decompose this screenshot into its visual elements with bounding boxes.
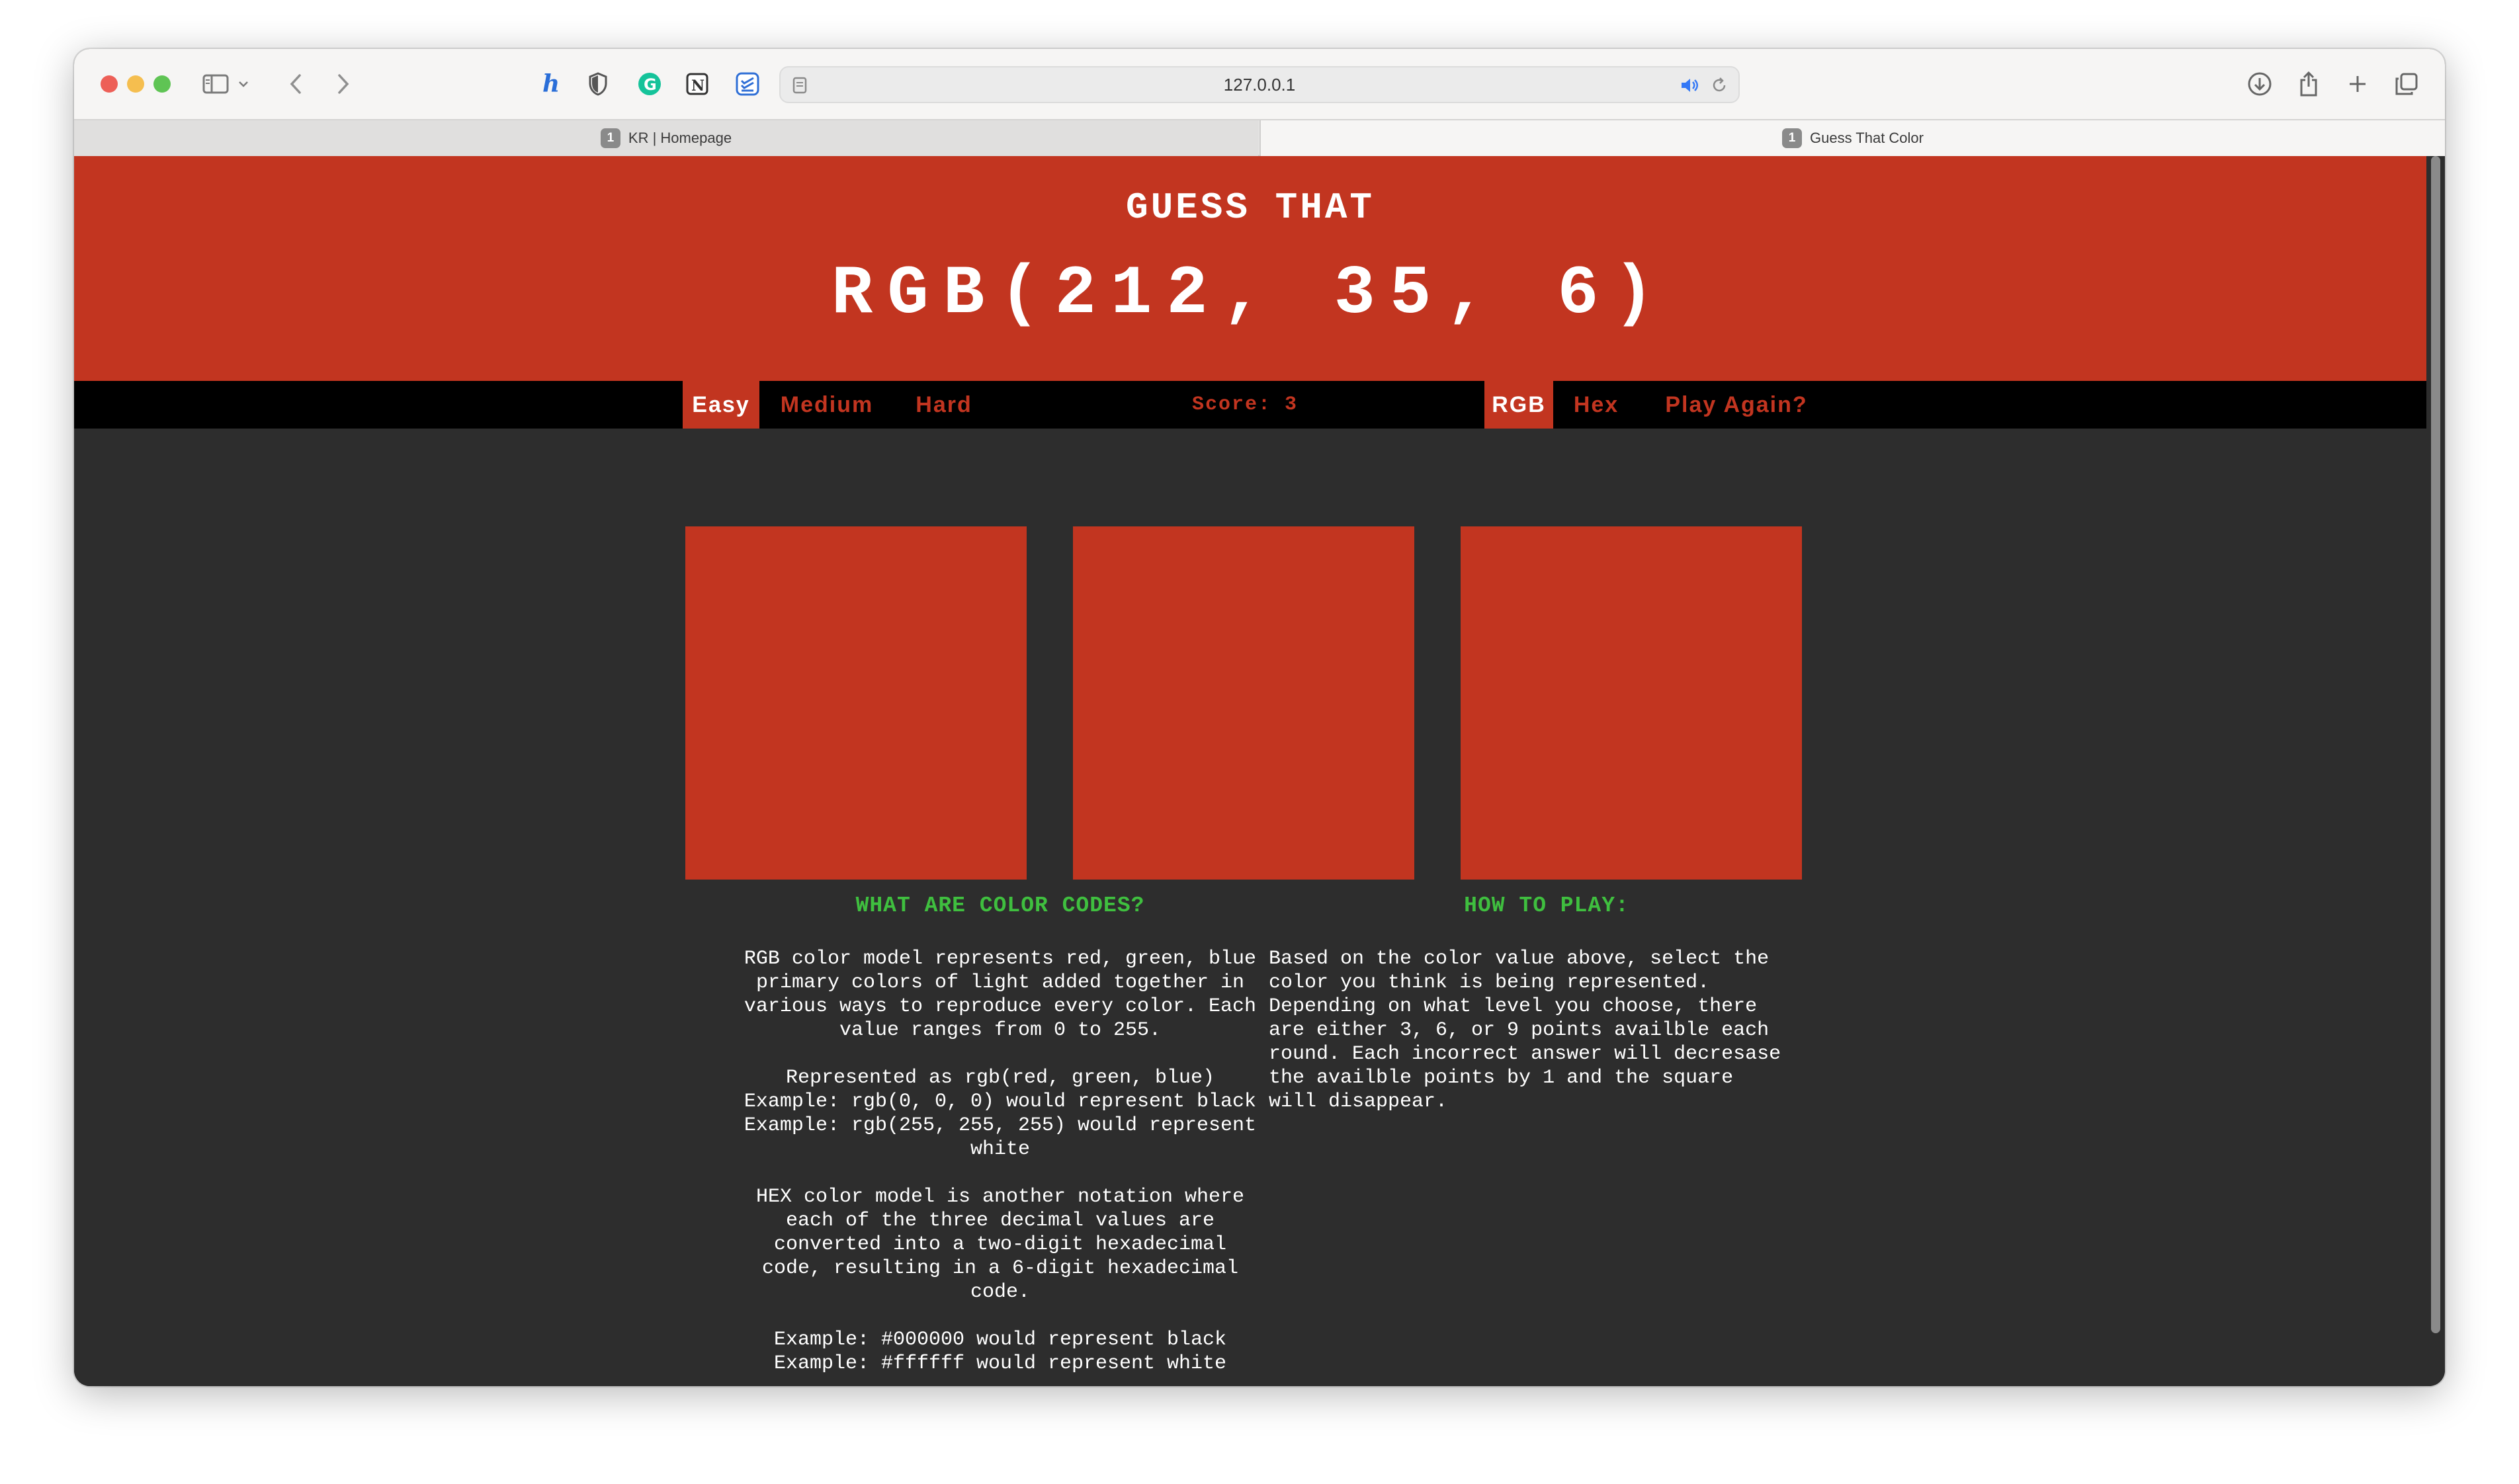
svg-text:h: h [542, 71, 560, 97]
game-header: GUESS THAT RGB(212, 35, 6) [74, 156, 2426, 381]
tab-label: KR | Homepage [628, 130, 732, 146]
color-square[interactable] [1461, 526, 1802, 880]
close-window-button[interactable] [101, 75, 118, 93]
browser-window: h G N 127.0.0.1 1 KR | Homepage 1 Guess … [74, 49, 2445, 1386]
zoom-window-button[interactable] [153, 75, 171, 93]
browser-toolbar: h G N 127.0.0.1 [74, 49, 2445, 119]
rgb-mode-button[interactable]: RGB [1484, 381, 1553, 429]
play-again-button[interactable]: Play Again? [1650, 381, 1823, 429]
svg-text:N: N [691, 77, 704, 95]
tab-label: Guess That Color [1809, 130, 1924, 146]
chevron-down-icon[interactable] [235, 69, 251, 99]
minimize-window-button[interactable] [127, 75, 144, 93]
color-codes-title: WHAT ARE COLOR CODES? [855, 893, 1145, 918]
tab-badge: 1 [600, 128, 620, 148]
tab-kr-homepage[interactable]: 1 KR | Homepage [74, 120, 1258, 156]
tab-overview-icon[interactable] [2392, 69, 2421, 99]
sidebar-icon[interactable] [200, 69, 232, 99]
guess-that-heading: GUESS THAT [1125, 186, 1375, 229]
shield-icon[interactable] [585, 69, 611, 99]
download-icon[interactable] [2245, 69, 2274, 99]
rgb-description: RGB color model represents red, green, b… [744, 948, 1257, 1042]
svg-text:G: G [644, 75, 657, 94]
forward-icon[interactable] [329, 69, 356, 99]
hex-description: HEX color model is another notation wher… [755, 1186, 1245, 1303]
rgb-examples: Represented as rgb(red, green, blue) Exa… [744, 1067, 1257, 1161]
page-content: GUESS THAT RGB(212, 35, 6) Easy Medium H… [74, 156, 2426, 1386]
game-navbar: Easy Medium Hard Score: 3 RGB Hex Play A… [74, 381, 2426, 429]
tab-badge: 1 [1781, 128, 1802, 148]
notion-icon[interactable]: N [684, 69, 710, 99]
tab-bar: 1 KR | Homepage 1 Guess That Color [74, 119, 2445, 156]
medium-button[interactable]: Medium [774, 381, 880, 429]
new-tab-icon[interactable] [2343, 69, 2372, 99]
reload-icon[interactable] [1711, 77, 1728, 97]
score-display: Score: 3 [1191, 393, 1299, 416]
hex-mode-button[interactable]: Hex [1566, 381, 1626, 429]
how-to-play-text: Based on the color value above, select t… [1269, 948, 1781, 1113]
color-value-display: RGB(212, 35, 6) [831, 255, 1670, 333]
share-icon[interactable] [2294, 69, 2323, 99]
how-to-play-info: HOW TO PLAY: Based on the color value ab… [1269, 894, 1904, 1137]
color-square[interactable] [1073, 526, 1414, 880]
url-text: 127.0.0.1 [1223, 74, 1296, 95]
scrollbar-thumb[interactable] [2431, 156, 2440, 1333]
back-icon[interactable] [283, 69, 310, 99]
tab-guess-that-color[interactable]: 1 Guess That Color [1260, 120, 2445, 156]
todoist-icon[interactable] [734, 69, 761, 99]
extension-h-icon[interactable]: h [538, 69, 565, 99]
color-codes-info: WHAT ARE COLOR CODES? RGB color model re… [669, 894, 1331, 1386]
how-to-play-title: HOW TO PLAY: [1464, 893, 1629, 918]
color-square[interactable] [685, 526, 1027, 880]
hard-button[interactable]: Hard [908, 381, 980, 429]
address-bar[interactable]: 127.0.0.1 [779, 66, 1740, 103]
hex-examples: Example: #000000 would represent black E… [773, 1329, 1227, 1375]
page-scrollbar[interactable] [2426, 156, 2445, 1386]
easy-button[interactable]: Easy [683, 381, 759, 429]
speaker-icon[interactable] [1680, 77, 1700, 97]
grammarly-icon[interactable]: G [636, 69, 663, 99]
